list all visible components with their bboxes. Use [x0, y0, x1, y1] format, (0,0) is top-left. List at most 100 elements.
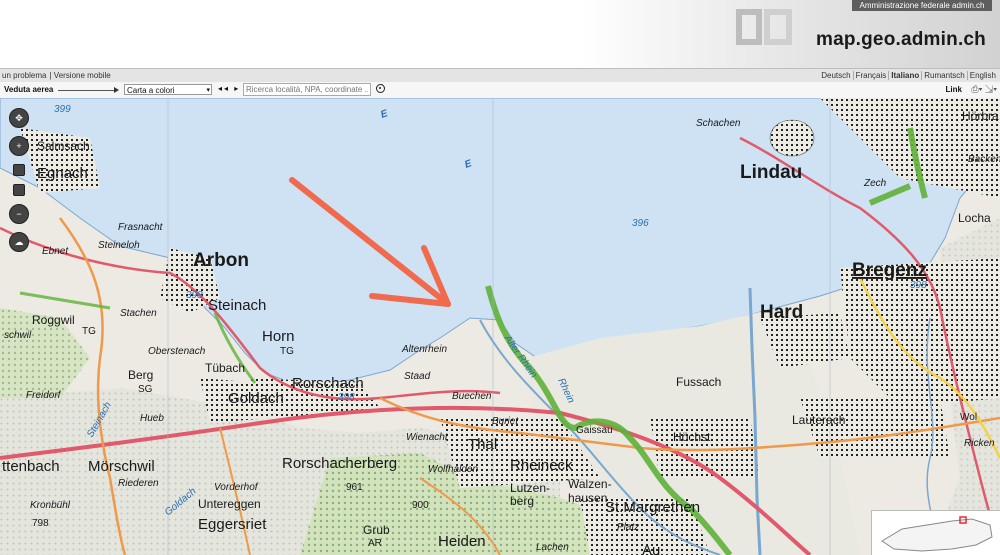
pan-control-icon[interactable]: ✥	[9, 108, 29, 128]
label-frasnacht: Frasnacht	[118, 222, 164, 233]
label-arbon: Arbon	[193, 250, 249, 271]
label-st-margrethen: St.Margrethen	[605, 499, 700, 516]
lang-deutsch[interactable]: Deutsch	[819, 71, 852, 80]
label-elev-398-a: 398	[186, 290, 203, 301]
location-search-input[interactable]	[243, 83, 371, 96]
label-elev-398-b: 398	[338, 392, 355, 403]
label-lutzenberg-2: berg	[510, 494, 534, 508]
base-layer-value: Carta a colori	[127, 86, 175, 95]
label-elev-900: 900	[412, 500, 429, 511]
top-link-bar: un problema | Versione mobile Deutsch Fran…	[0, 68, 1000, 83]
label-elev-396: 396	[632, 218, 649, 229]
label-zech: Zech	[863, 178, 887, 189]
label-lindau: Lindau	[740, 162, 802, 183]
label-schwil: schwil	[4, 330, 32, 341]
label-bregenz: Bregenz	[852, 260, 927, 281]
mobile-version-link[interactable]: Versione mobile	[54, 71, 111, 80]
slider-handle[interactable]	[114, 87, 119, 93]
label-au: Au	[642, 542, 660, 555]
label-backen: Backen	[968, 154, 1000, 165]
federal-admin-label[interactable]: Amministrazione federale admin.ch	[852, 0, 992, 11]
zoom-slider-handle[interactable]	[13, 164, 25, 176]
label-thal: Thal	[468, 436, 497, 453]
aerial-view-label: Veduta aerea	[4, 85, 54, 94]
label-rorschach: Rorschach	[292, 375, 364, 392]
label-vorderhof: Vorderhof	[214, 482, 259, 493]
label-fussach: Fussach	[676, 375, 721, 389]
label-altenrhein: Altenrhein	[401, 344, 447, 355]
lang-english[interactable]: English	[966, 71, 998, 80]
label-wolfhalden: Wolfhalden	[428, 464, 478, 475]
permalink-button[interactable]: Link	[946, 85, 962, 94]
label-horn: Horn	[262, 328, 295, 345]
label-morschwil: Mörschwil	[88, 458, 155, 475]
chevron-down-icon: ▾	[206, 87, 210, 94]
label-egnach: Egnach	[37, 165, 88, 182]
label-elev-398-c: 398	[910, 280, 927, 291]
zoom-in-icon[interactable]: +	[9, 136, 29, 156]
lindau-island	[769, 119, 815, 157]
layer-switch-icon[interactable]: ☁	[9, 232, 29, 252]
label-elev-961: 961	[346, 482, 363, 493]
print-share-icons[interactable]: ⎙▾ ⇲▾	[971, 84, 997, 95]
label-lachen: Lachen	[536, 542, 569, 553]
label-walzenhausen-2: hausen	[568, 491, 607, 505]
utility-links: un problema | Versione mobile	[2, 71, 111, 80]
label-walzenhausen: Walzen-	[568, 477, 612, 491]
report-problem-link[interactable]: un problema	[2, 71, 46, 80]
label-steineloh: Steineloh	[98, 240, 140, 251]
label-berg: Berg	[128, 368, 153, 382]
label-kronbuhl: Kronbühl	[30, 500, 71, 511]
topographic-map[interactable]: Arbon Lindau Bregenz Hard Rorschach Gold…	[0, 98, 1000, 555]
base-layer-select[interactable]: Carta a colori ▾	[124, 84, 212, 95]
label-platz: Platz	[617, 522, 639, 533]
site-header: Amministrazione federale admin.ch map.ge…	[0, 0, 1000, 68]
label-roggwil-tg: TG	[82, 326, 96, 337]
history-nav-buttons[interactable]: ◂◂ ▸	[218, 84, 240, 93]
label-heiden: Heiden	[438, 533, 486, 550]
label-ttenbach: ttenbach	[2, 458, 60, 475]
label-goldach: Goldach	[228, 390, 284, 407]
label-grub-ar: AR	[368, 538, 382, 549]
label-horn-tg: TG	[280, 346, 294, 357]
map-tools: ✥ + − ☁	[9, 108, 29, 260]
label-lauterach: Lauterach	[792, 413, 845, 427]
label-oberstenach: Oberstenach	[148, 346, 206, 357]
locate-target-icon[interactable]	[376, 84, 385, 93]
switzerland-outline	[881, 516, 993, 552]
label-buechen: Buechen	[452, 391, 492, 402]
label-eggersriet: Eggersriet	[198, 516, 267, 533]
label-tubach: Tübach	[205, 361, 245, 375]
zoom-level-icon[interactable]	[13, 184, 25, 196]
site-brand-title[interactable]: map.geo.admin.ch	[816, 29, 986, 51]
label-rorschacherberg: Rorschacherberg	[282, 455, 397, 472]
label-gaissau: Gaissau	[576, 425, 613, 436]
lang-rumantsch[interactable]: Rumantsch	[921, 71, 967, 80]
label-riederen: Riederen	[118, 478, 159, 489]
label-hochst: Höchst	[673, 430, 711, 444]
label-steinach: Steinach	[208, 297, 266, 314]
label-buriet: Buriet	[492, 416, 519, 427]
label-salmsach: Salmsach	[37, 139, 90, 153]
label-stachen: Stachen	[120, 308, 157, 319]
label-elev-798: 798	[32, 518, 49, 529]
brand-logo-graphic	[736, 9, 792, 45]
aerial-opacity-slider[interactable]	[58, 87, 119, 93]
label-hard: Hard	[760, 302, 803, 323]
label-wienacht: Wienacht	[406, 432, 449, 443]
label-schachen: Schachen	[696, 118, 741, 129]
language-switcher: Deutsch Français Italiano Rumantsch English	[819, 69, 998, 82]
label-untereggen: Untereggen	[198, 497, 261, 511]
label-staad: Staad	[404, 371, 431, 382]
label-freidorf: Freidorf	[26, 390, 62, 401]
label-rheineck: Rheineck	[510, 457, 573, 474]
overview-minimap[interactable]	[871, 510, 1000, 555]
map-viewport[interactable]: Arbon Lindau Bregenz Hard Rorschach Gold…	[0, 98, 1000, 555]
zoom-out-icon[interactable]: −	[9, 204, 29, 224]
label-berg-sg: SG	[138, 384, 153, 395]
lang-francais[interactable]: Français	[852, 71, 889, 80]
label-hoerbra: Hörbra	[962, 109, 999, 123]
lang-italiano[interactable]: Italiano	[888, 71, 922, 80]
label-hueb: Hueb	[140, 413, 164, 424]
label-ebnet: Ebnet	[42, 246, 69, 257]
